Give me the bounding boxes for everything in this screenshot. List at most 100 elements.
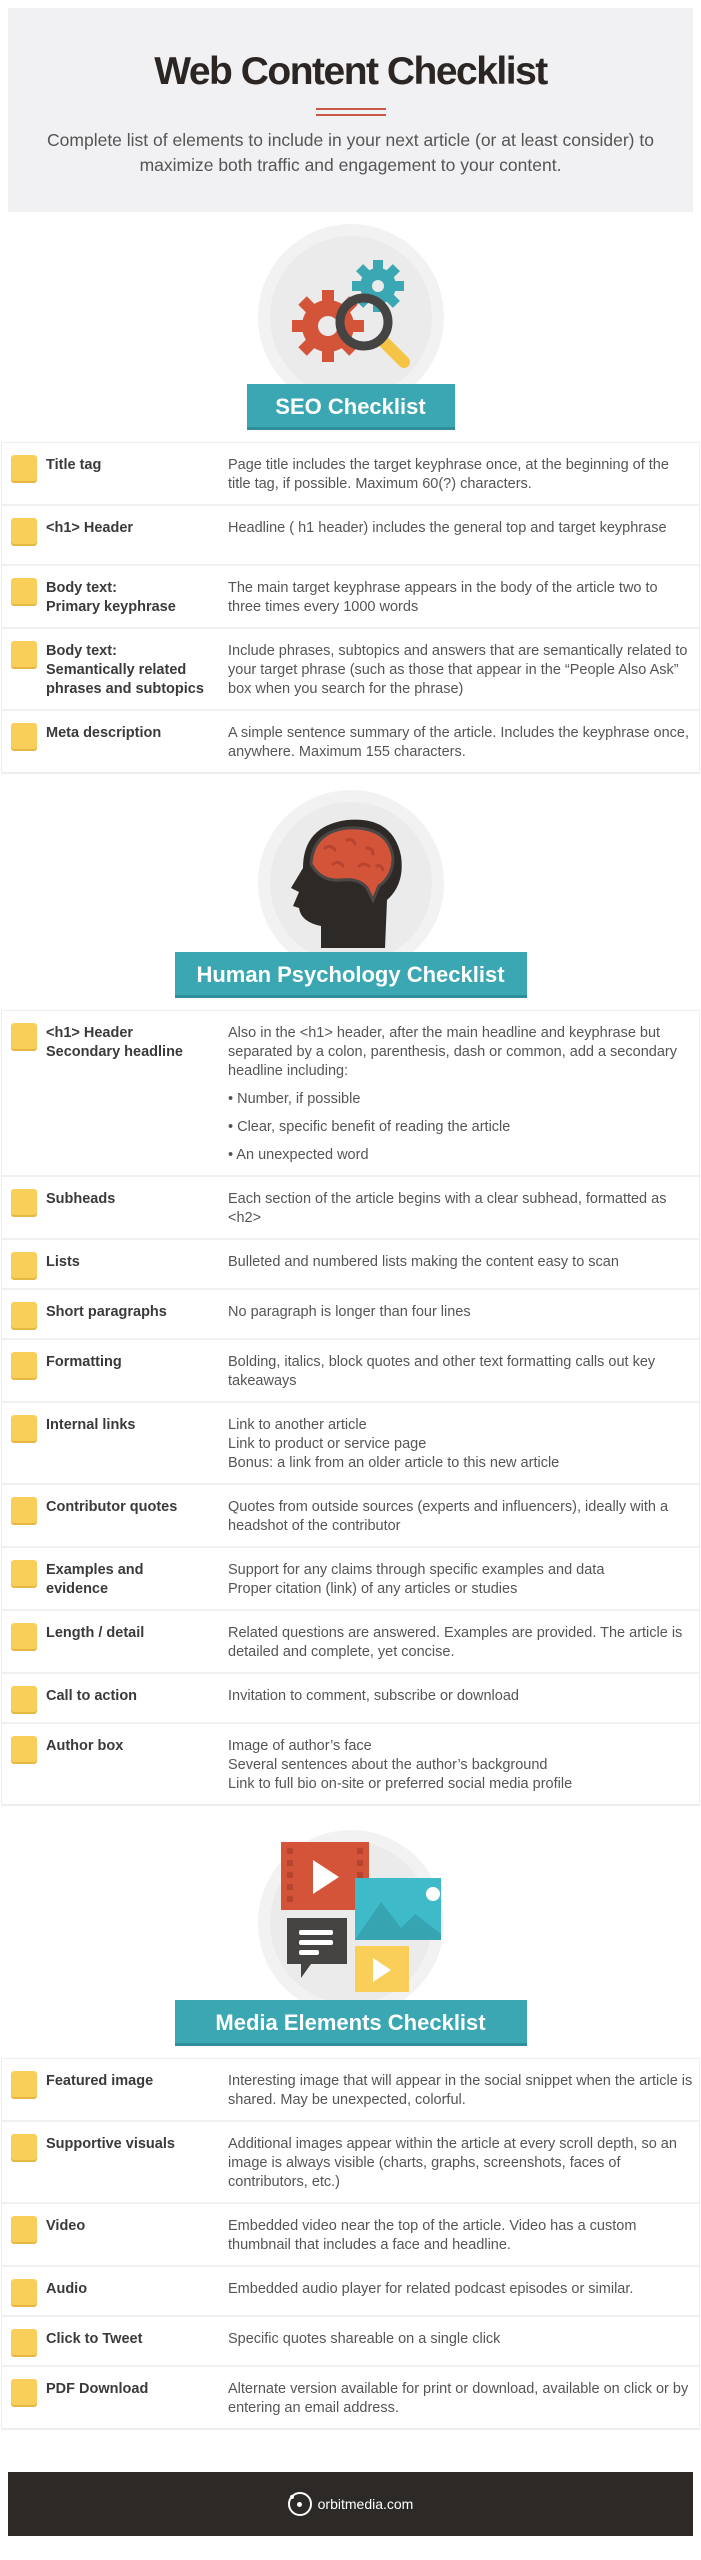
item-description: Interesting image that will appear in th… (228, 2073, 693, 2108)
item-label: Featured image (46, 2073, 154, 2089)
item-label: Meta description (46, 725, 162, 741)
checklist-row: Examples and evidence Support for any cl… (2, 1546, 699, 1609)
item-description: A simple sentence summary of the article… (228, 725, 690, 760)
item-label: Click to Tweet (46, 2331, 143, 2347)
item-description: Bolding, italics, block quotes and other… (228, 1354, 656, 1389)
checklist-row: Author box Image of author’s face Severa… (2, 1722, 699, 1804)
item-description: Additional images appear within the arti… (228, 2136, 677, 2190)
item-label: Formatting (46, 1354, 122, 1370)
item-description: Invitation to comment, subscribe or down… (228, 1688, 519, 1704)
item-description: Alternate version available for print or… (228, 2381, 689, 2416)
item-label: Short paragraphs (46, 1304, 167, 1320)
checkbox[interactable] (11, 1497, 37, 1523)
checkbox[interactable] (11, 2216, 37, 2242)
checklist-row: Length / detail Related questions are an… (2, 1609, 699, 1672)
item-label: Call to action (46, 1688, 138, 1704)
seo-section: SEO Checklist Title tag Page title inclu… (0, 212, 701, 774)
item-description: Embedded audio player for related podcas… (228, 2281, 634, 2297)
hero-header: Web Content Checklist Complete list of e… (8, 8, 693, 212)
checkbox[interactable] (11, 1736, 37, 1762)
media-section: Media Elements Checklist Featured image … (0, 1818, 701, 2430)
checklist-row: Call to action Invitation to comment, su… (2, 1672, 699, 1722)
checkbox[interactable] (11, 1686, 37, 1712)
checklist-row: <h1> Header Secondary headline Also in t… (2, 1011, 699, 1175)
checkbox[interactable] (11, 1189, 37, 1215)
checklist-row: Title tag Page title includes the target… (2, 443, 699, 504)
checkbox[interactable] (11, 1352, 37, 1378)
orbit-logo-icon (287, 2492, 312, 2516)
checkbox[interactable] (11, 455, 37, 481)
checkbox[interactable] (11, 2279, 37, 2305)
seo-checklist: Title tag Page title includes the target… (1, 442, 700, 774)
checkbox[interactable] (11, 2379, 37, 2405)
item-description: Each section of the article begins with … (228, 1191, 667, 1226)
checklist-row: Internal links Link to another article L… (2, 1401, 699, 1483)
checkbox[interactable] (11, 578, 37, 604)
item-label: Supportive visuals (46, 2136, 175, 2152)
checklist-row: Featured image Interesting image that wi… (2, 2059, 699, 2120)
seo-section-header: SEO Checklist (0, 212, 701, 442)
item-description: Specific quotes shareable on a single cl… (228, 2331, 501, 2347)
media-checklist-banner: Media Elements Checklist (174, 2000, 527, 2046)
item-label: Lists (46, 1254, 80, 1270)
item-description: Headline ( h1 header) includes the gener… (228, 520, 667, 536)
checklist-row: Body text: Primary keyphrase The main ta… (2, 564, 699, 627)
item-description: Include phrases, subtopics and answers t… (228, 643, 688, 697)
checklist-row: Supportive visuals Additional images app… (2, 2120, 699, 2202)
item-description: No paragraph is longer than four lines (228, 1304, 471, 1320)
item-description: Page title includes the target keyphrase… (228, 457, 669, 492)
checkbox[interactable] (11, 1415, 37, 1441)
checkbox[interactable] (11, 1302, 37, 1328)
checkbox[interactable] (11, 723, 37, 749)
media-collage-icon (280, 1842, 441, 1992)
checklist-row: Video Embedded video near the top of the… (2, 2202, 699, 2265)
psychology-checklist-banner: Human Psychology Checklist (174, 952, 527, 998)
bullet-item: • Clear, specific benefit of reading the… (228, 1119, 511, 1135)
media-section-header: Media Elements Checklist (0, 1818, 701, 2058)
item-label: Body text: Primary keyphrase (46, 580, 176, 615)
footer: orbitmedia.com (8, 2472, 693, 2536)
checklist-row: Short paragraphs No paragraph is longer … (2, 1288, 699, 1338)
item-label: Body text: Semantically related phrases … (46, 643, 204, 697)
item-label: <h1> Header Secondary headline (46, 1025, 183, 1060)
item-description: Embedded video near the top of the artic… (228, 2218, 637, 2253)
item-label: Video (46, 2218, 86, 2234)
checklist-row: Body text: Semantically related phrases … (2, 627, 699, 709)
item-label: Audio (46, 2281, 88, 2297)
page-title: Web Content Checklist (154, 50, 548, 93)
bullet-item: • Number, if possible (228, 1091, 361, 1107)
item-label: Length / detail (46, 1625, 145, 1641)
checklist-row: Lists Bulleted and numbered lists making… (2, 1238, 699, 1288)
item-description: Support for any claims through specific … (228, 1562, 605, 1597)
seo-checklist-banner: SEO Checklist (246, 384, 455, 430)
item-label: Author box (46, 1738, 124, 1754)
item-label: Subheads (46, 1191, 116, 1207)
checklist-row: Audio Embedded audio player for related … (2, 2265, 699, 2315)
head-brain-icon (290, 819, 402, 948)
item-description: Bulleted and numbered lists making the c… (228, 1254, 619, 1270)
checkbox[interactable] (11, 2071, 37, 2097)
page-subtitle: Complete list of elements to include in … (47, 130, 654, 175)
item-label: Title tag (46, 457, 102, 473)
psychology-section: Human Psychology Checklist <h1> Header S… (0, 778, 701, 1806)
item-description: Link to another article Link to product … (228, 1417, 560, 1471)
checkbox[interactable] (11, 641, 37, 667)
checkbox[interactable] (11, 518, 37, 544)
psychology-checklist: <h1> Header Secondary headline Also in t… (1, 1010, 700, 1806)
checkbox[interactable] (11, 2329, 37, 2355)
item-description: The main target keyphrase appears in the… (228, 580, 658, 615)
gears-magnifier-icon (291, 260, 410, 368)
checklist-row: Contributor quotes Quotes from outside s… (2, 1483, 699, 1546)
checkbox[interactable] (11, 1623, 37, 1649)
psychology-section-header: Human Psychology Checklist (0, 778, 701, 1010)
checkbox[interactable] (11, 1252, 37, 1278)
checkbox[interactable] (11, 1023, 37, 1049)
bullet-item: • An unexpected word (228, 1147, 369, 1163)
checkbox[interactable] (11, 1560, 37, 1586)
checklist-row: <h1> Header Headline ( h1 header) includ… (2, 504, 699, 564)
item-label: PDF Download (46, 2381, 149, 2397)
checklist-row: Click to Tweet Specific quotes shareable… (2, 2315, 699, 2365)
checklist-row: Meta description A simple sentence summa… (2, 709, 699, 772)
checkbox[interactable] (11, 2134, 37, 2160)
footer-site-link[interactable]: orbitmedia.com (318, 2496, 414, 2512)
